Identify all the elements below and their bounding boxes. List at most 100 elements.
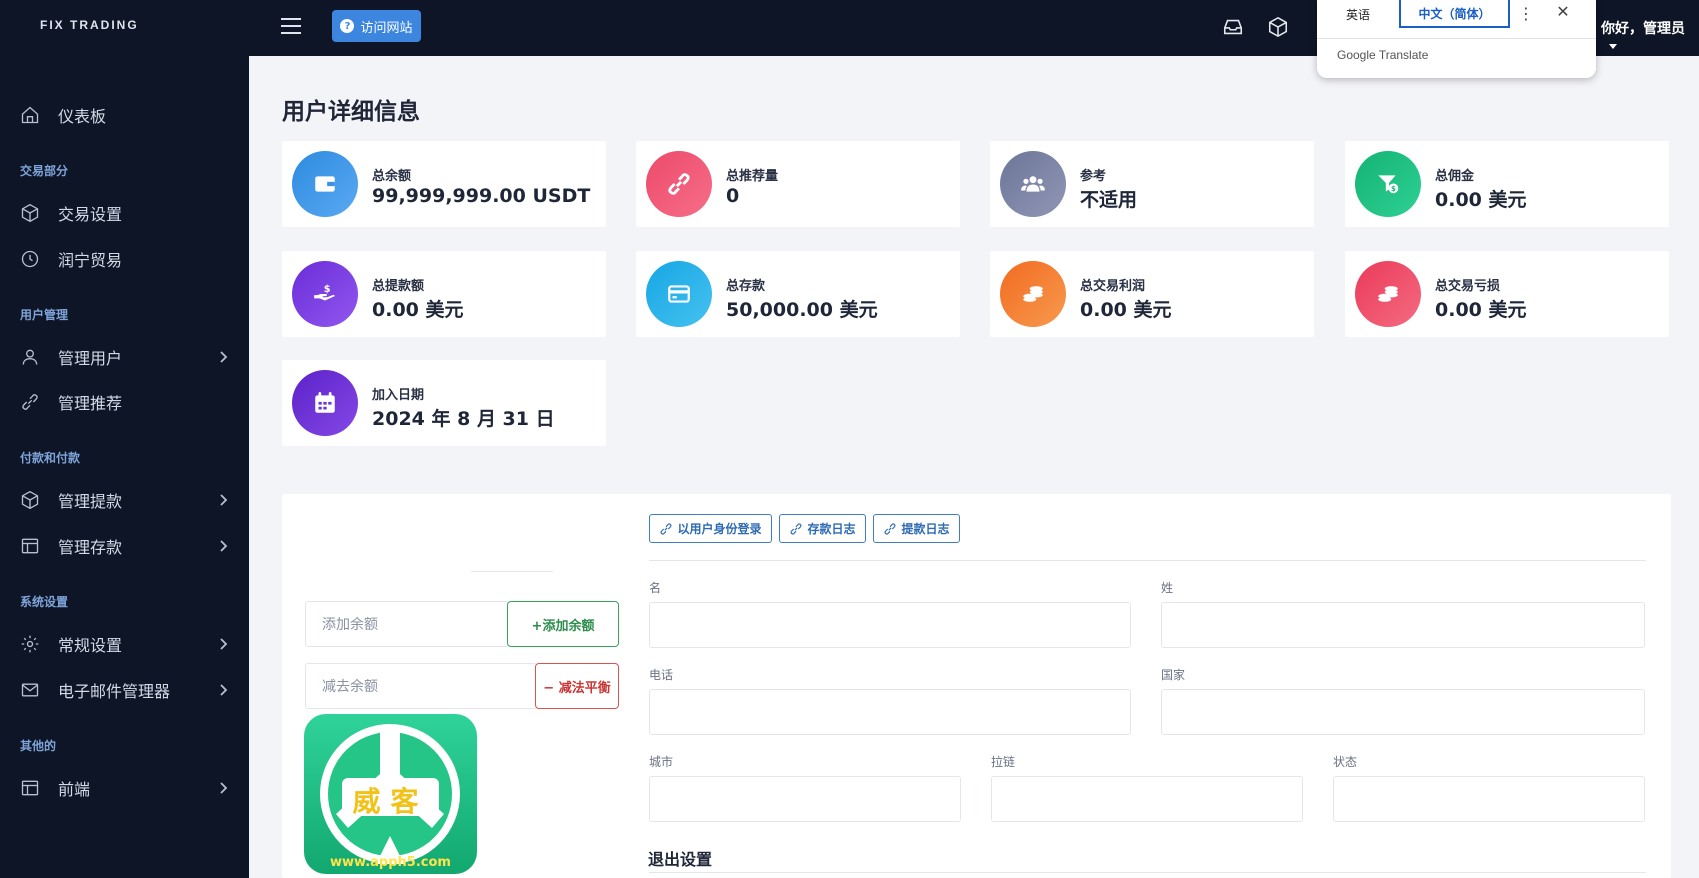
translate-lang-english[interactable]: 英语 (1327, 0, 1389, 28)
cube-icon (20, 203, 40, 223)
sidebar-section-trading: 交易部分 (20, 164, 69, 178)
svg-text:$: $ (1391, 184, 1396, 193)
brand-logo[interactable]: FIX TRADING (40, 18, 139, 32)
table-icon (20, 536, 40, 556)
google-translate-brand: Google Translate (1337, 48, 1429, 62)
state-field[interactable] (1333, 776, 1645, 822)
zip-label: 拉链 (991, 755, 1016, 769)
first-name-field[interactable] (649, 602, 1131, 648)
close-icon[interactable]: ✕ (1555, 2, 1571, 21)
wallet-icon (292, 151, 358, 217)
stat-card-total-loss: 总交易亏损 0.00 美元 (1345, 251, 1669, 337)
translate-lang-chinese[interactable]: 中文（简体） (1399, 0, 1510, 28)
subtract-balance-input[interactable]: 减去余额 (305, 663, 537, 709)
sidebar-item-label: 交易设置 (58, 205, 123, 224)
sidebar-item-label: 前端 (58, 780, 91, 799)
sidebar: FIX TRADING 仪表板 交易部分 交易设置 润宁贸易 用户管理 管理用户… (0, 0, 249, 878)
withdraw-log-button[interactable]: 提款日志 (873, 514, 960, 543)
sidebar-item-manage-deposits[interactable]: 管理存款 (0, 528, 249, 564)
divider (471, 571, 553, 572)
visit-site-button[interactable]: ? 访问网站 (332, 10, 421, 42)
stat-label: 总存款 (726, 279, 766, 294)
stat-value: 0.00 美元 (1435, 189, 1527, 211)
sidebar-item-dashboard[interactable]: 仪表板 (0, 97, 249, 133)
stat-value: 2024 年 8 月 31 日 (372, 408, 555, 430)
home-icon (20, 105, 40, 125)
sidebar-item-manage-referrals[interactable]: 管理推荐 (0, 384, 249, 420)
stat-label: 总交易亏损 (1435, 279, 1501, 294)
sidebar-item-general-settings[interactable]: 常规设置 (0, 626, 249, 662)
stat-card-reference: 参考 不适用 (990, 141, 1314, 227)
user-icon (20, 347, 40, 367)
stat-label: 总佣金 (1435, 169, 1475, 184)
deposit-log-button[interactable]: 存款日志 (779, 514, 866, 543)
zip-field[interactable] (991, 776, 1303, 822)
coins-loss-icon (1355, 261, 1421, 327)
first-name-label: 名 (649, 581, 662, 595)
stat-value: 不适用 (1080, 189, 1138, 211)
country-field[interactable] (1161, 689, 1645, 735)
sidebar-item-label: 常规设置 (58, 636, 123, 655)
sidebar-section-users: 用户管理 (20, 308, 69, 322)
subtract-balance-button[interactable]: − 减法平衡 (535, 663, 619, 709)
hand-dollar-icon: $ (292, 261, 358, 327)
admin-menu[interactable]: 你好，管理员 (1601, 18, 1699, 54)
envelope-icon (20, 680, 40, 700)
chevron-right-icon (215, 492, 231, 508)
stat-card-total-withdrawals: $ 总提款额 0.00 美元 (282, 251, 606, 337)
sidebar-item-email-manager[interactable]: 电子邮件管理器 (0, 672, 249, 708)
sidebar-item-manage-withdrawals[interactable]: 管理提款 (0, 482, 249, 518)
login-as-user-button[interactable]: 以用户身份登录 (649, 514, 772, 543)
stat-value: 0.00 美元 (1080, 299, 1172, 321)
city-field[interactable] (649, 776, 961, 822)
country-label: 国家 (1161, 668, 1186, 682)
sidebar-item-frontend[interactable]: 前端 (0, 770, 249, 806)
stat-value: 0.00 美元 (372, 299, 464, 321)
stat-label: 总推荐量 (726, 169, 779, 184)
question-icon: ? (340, 19, 355, 33)
phone-label: 电话 (649, 668, 674, 682)
add-balance-button[interactable]: +添加余额 (507, 601, 619, 647)
sidebar-item-manage-users[interactable]: 管理用户 (0, 339, 249, 375)
clock-icon (20, 249, 40, 269)
credit-card-icon (646, 261, 712, 327)
stat-value: 0.00 美元 (1435, 299, 1527, 321)
sidebar-section-payments: 付款和付款 (20, 451, 81, 465)
caret-down-icon (1609, 43, 1617, 49)
link-icon (884, 522, 897, 535)
watermark-logo: 威客 www.apph5.com (304, 714, 477, 874)
last-name-field[interactable] (1161, 602, 1645, 648)
chevron-right-icon (215, 538, 231, 554)
sidebar-item-label: 管理存款 (58, 538, 123, 557)
stat-card-total-balance: 总余额 99,999,999.00 USDT (282, 141, 606, 227)
chevron-right-icon (215, 780, 231, 796)
layout-icon (20, 778, 40, 798)
logout-settings-title: 退出设置 (648, 850, 713, 869)
divider (1317, 38, 1596, 39)
phone-field[interactable] (649, 689, 1131, 735)
stat-card-total-commission: $ 总佣金 0.00 美元 (1345, 141, 1669, 227)
more-options-icon[interactable]: ⋮ (1518, 4, 1534, 23)
menu-toggle-icon[interactable] (281, 18, 301, 34)
sidebar-section-system: 系统设置 (20, 595, 69, 609)
add-balance-input[interactable]: 添加余额 (305, 601, 509, 647)
sidebar-item-label: 润宁贸易 (58, 251, 123, 270)
link-icon (660, 522, 673, 535)
google-translate-popup: 英语 中文（简体） ⋮ ✕ Google Translate (1317, 0, 1596, 78)
stat-value: 0 (726, 185, 740, 207)
watermark-url: www.apph5.com (330, 855, 451, 870)
stat-value: 99,999,999.00 USDT (372, 185, 591, 207)
link-icon (20, 392, 40, 412)
cube-icon[interactable] (1267, 16, 1289, 38)
sidebar-item-label: 电子邮件管理器 (58, 682, 171, 701)
divider (649, 560, 1646, 561)
chevron-right-icon (215, 682, 231, 698)
stat-label: 总交易利润 (1080, 279, 1146, 294)
divider (649, 872, 1646, 873)
inbox-icon[interactable] (1222, 16, 1244, 38)
sidebar-item-trades[interactable]: 润宁贸易 (0, 241, 249, 277)
calendar-icon (292, 370, 358, 436)
stat-value: 50,000.00 美元 (726, 299, 878, 321)
sidebar-item-trade-settings[interactable]: 交易设置 (0, 195, 249, 231)
watermark-text: 威客 (352, 785, 429, 818)
